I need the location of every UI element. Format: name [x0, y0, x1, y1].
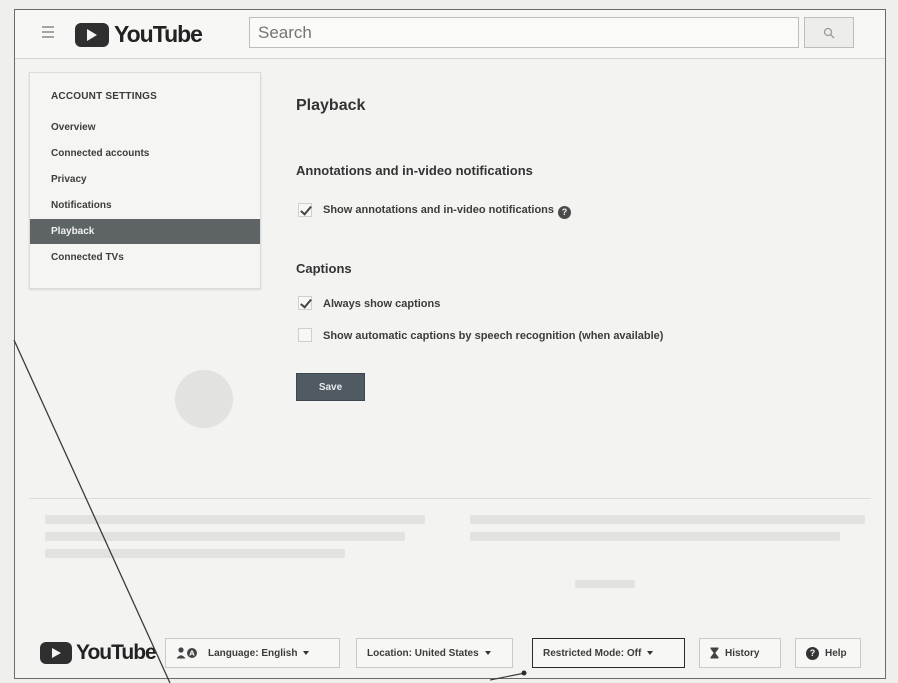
sidebar-item-connected-tvs[interactable]: Connected TVs	[30, 245, 260, 270]
caret-down-icon	[303, 651, 310, 655]
background-text-block	[45, 549, 345, 558]
language-icon: A	[176, 647, 200, 659]
sidebar-item-label: Connected TVs	[51, 252, 124, 263]
footer-youtube-logo[interactable]: YouTube	[40, 641, 157, 665]
sidebar-item-playback[interactable]: Playback	[30, 219, 260, 244]
background-text-block	[470, 515, 865, 524]
caret-down-icon	[484, 651, 491, 655]
annotations-section-title: Annotations and in-video notifications	[296, 163, 533, 178]
sidebar-item-label: Overview	[51, 122, 96, 133]
sidebar-item-privacy[interactable]: Privacy	[30, 167, 260, 192]
annotations-option: Show annotations and in-video notificati…	[323, 204, 571, 219]
annotations-option-label: Show annotations and in-video notificati…	[323, 204, 554, 216]
search-icon	[823, 27, 835, 38]
sidebar-item-label: Privacy	[51, 174, 87, 185]
background-avatar	[175, 370, 233, 428]
help-icon[interactable]: ?	[558, 205, 571, 219]
sidebar-item-label: Connected accounts	[51, 148, 150, 159]
play-logo-icon	[40, 642, 72, 664]
sidebar-item-overview[interactable]: Overview	[30, 115, 260, 140]
always-show-captions-label: Always show captions	[323, 298, 441, 310]
location-label: Location: United States	[367, 647, 479, 659]
play-logo-icon	[75, 22, 109, 47]
sidebar-item-connected-accounts[interactable]: Connected accounts	[30, 141, 260, 166]
help-button[interactable]: ? Help	[795, 638, 861, 668]
automatic-captions-label: Show automatic captions by speech recogn…	[323, 330, 664, 342]
background-text-block	[45, 532, 405, 541]
automatic-captions-checkbox[interactable]	[298, 328, 312, 342]
account-settings-sidebar: ACCOUNT SETTINGS Overview Connected acco…	[29, 72, 261, 289]
youtube-page: YouTube ACCOUNT SETTINGS Overview Connec…	[14, 9, 886, 679]
annotations-checkbox[interactable]	[298, 203, 312, 217]
background-text-block	[470, 532, 840, 541]
checkmark-icon	[300, 203, 312, 216]
always-show-captions-checkbox[interactable]	[298, 296, 312, 310]
save-button[interactable]: Save	[296, 373, 365, 401]
restricted-mode-button[interactable]: Restricted Mode: Off	[532, 638, 685, 668]
footer-logo-text: YouTube	[76, 641, 157, 664]
search-button[interactable]	[804, 17, 854, 48]
sidebar-item-notifications[interactable]: Notifications	[30, 193, 260, 218]
search-input[interactable]	[249, 17, 799, 48]
help-icon: ?	[806, 646, 819, 660]
history-label: History	[725, 647, 760, 659]
svg-text:A: A	[189, 650, 195, 658]
checkmark-icon	[300, 296, 312, 309]
logo-text: YouTube	[114, 21, 203, 47]
sidebar-heading: ACCOUNT SETTINGS	[51, 91, 157, 102]
hourglass-icon	[710, 647, 719, 659]
sidebar-item-label: Playback	[51, 226, 95, 237]
help-label: Help	[825, 647, 847, 659]
background-text-block	[575, 580, 635, 588]
captions-section-title: Captions	[296, 261, 352, 276]
masthead: YouTube	[15, 10, 885, 59]
footer-divider	[29, 498, 871, 499]
background-text-block	[45, 515, 425, 524]
menu-icon[interactable]	[42, 26, 54, 38]
restricted-mode-label: Restricted Mode: Off	[543, 647, 642, 659]
history-button[interactable]: History	[699, 638, 781, 668]
language-button[interactable]: A Language: English	[165, 638, 340, 668]
location-button[interactable]: Location: United States	[356, 638, 513, 668]
youtube-logo[interactable]: YouTube	[75, 21, 203, 48]
sidebar-item-label: Notifications	[51, 200, 112, 211]
page-title: Playback	[296, 97, 366, 114]
language-label: Language: English	[208, 647, 298, 659]
caret-down-icon	[647, 651, 654, 655]
